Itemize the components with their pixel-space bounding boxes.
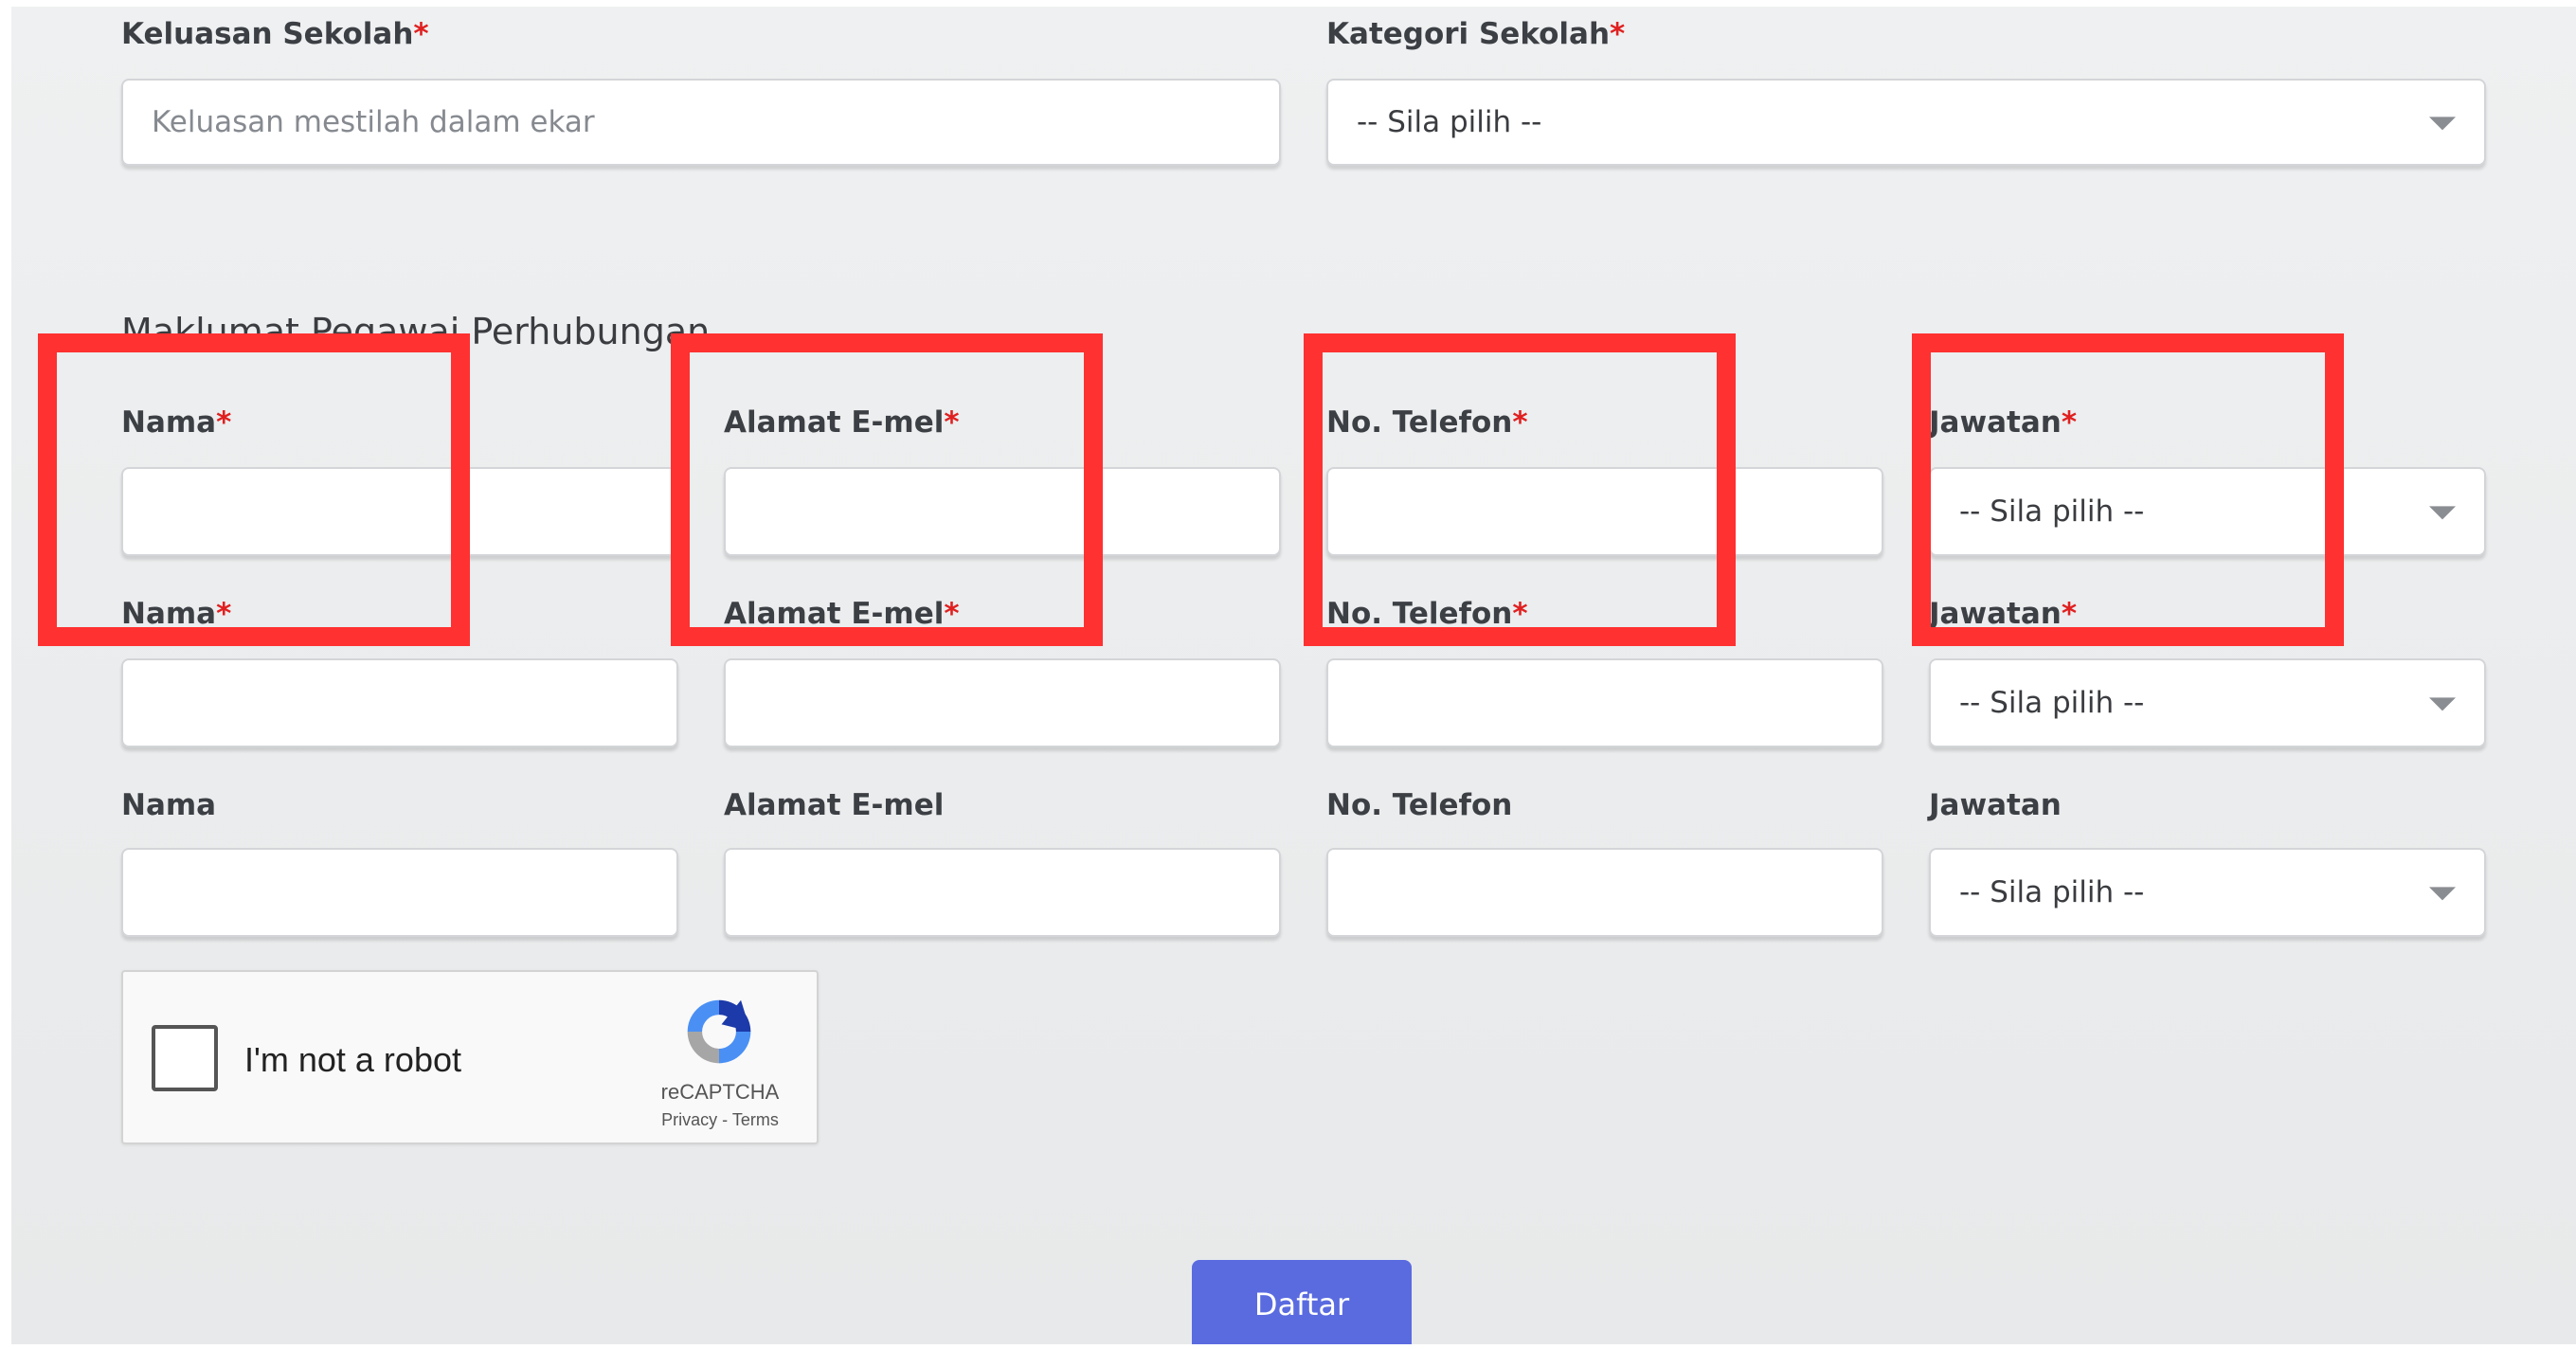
- recaptcha-widget: I'm not a robot reCAPTCHA Privacy - Term…: [121, 970, 819, 1144]
- chevron-down-icon: [2429, 887, 2456, 901]
- highlight-box-name: [38, 333, 470, 646]
- chevron-down-icon: [2429, 506, 2456, 520]
- recaptcha-links[interactable]: Privacy - Terms: [649, 1110, 791, 1130]
- school-area-label: Keluasan Sekolah*: [121, 17, 429, 51]
- school-category-select[interactable]: -- Sila pilih --: [1326, 79, 2486, 166]
- contact2-email-input[interactable]: [724, 658, 1281, 747]
- contact3-name-input[interactable]: [121, 848, 678, 937]
- contact2-position-value: -- Sila pilih --: [1959, 686, 2145, 720]
- contact3-email-input[interactable]: [724, 848, 1281, 937]
- recaptcha-label: I'm not a robot: [244, 1040, 461, 1079]
- contact3-position-label: Jawatan: [1929, 788, 2062, 822]
- contact3-phone-input[interactable]: [1326, 848, 1883, 937]
- school-area-input[interactable]: Keluasan mestilah dalam ekar: [121, 79, 1281, 166]
- contact3-phone-label: No. Telefon: [1326, 788, 1513, 822]
- school-category-value: -- Sila pilih --: [1357, 105, 1542, 139]
- school-category-label: Kategori Sekolah*: [1326, 17, 1626, 51]
- school-area-placeholder: Keluasan mestilah dalam ekar: [152, 105, 595, 139]
- submit-button[interactable]: Daftar: [1192, 1260, 1412, 1344]
- contact3-email-label: Alamat E-mel: [724, 788, 945, 822]
- contact2-position-select[interactable]: -- Sila pilih --: [1929, 658, 2486, 747]
- contact2-phone-input[interactable]: [1326, 658, 1883, 747]
- contact2-name-input[interactable]: [121, 658, 678, 747]
- contact3-name-label: Nama: [121, 788, 217, 822]
- highlight-box-phone: [1304, 333, 1736, 646]
- recaptcha-checkbox[interactable]: [152, 1025, 218, 1091]
- contact3-position-value: -- Sila pilih --: [1959, 875, 2145, 909]
- chevron-down-icon: [2429, 697, 2456, 711]
- recaptcha-brand: reCAPTCHA: [660, 1080, 780, 1104]
- recaptcha-logo-icon: [687, 999, 751, 1064]
- highlight-box-email: [671, 333, 1103, 646]
- highlight-box-position: [1912, 333, 2344, 646]
- chevron-down-icon: [2429, 117, 2456, 131]
- contact3-position-select[interactable]: -- Sila pilih --: [1929, 848, 2486, 937]
